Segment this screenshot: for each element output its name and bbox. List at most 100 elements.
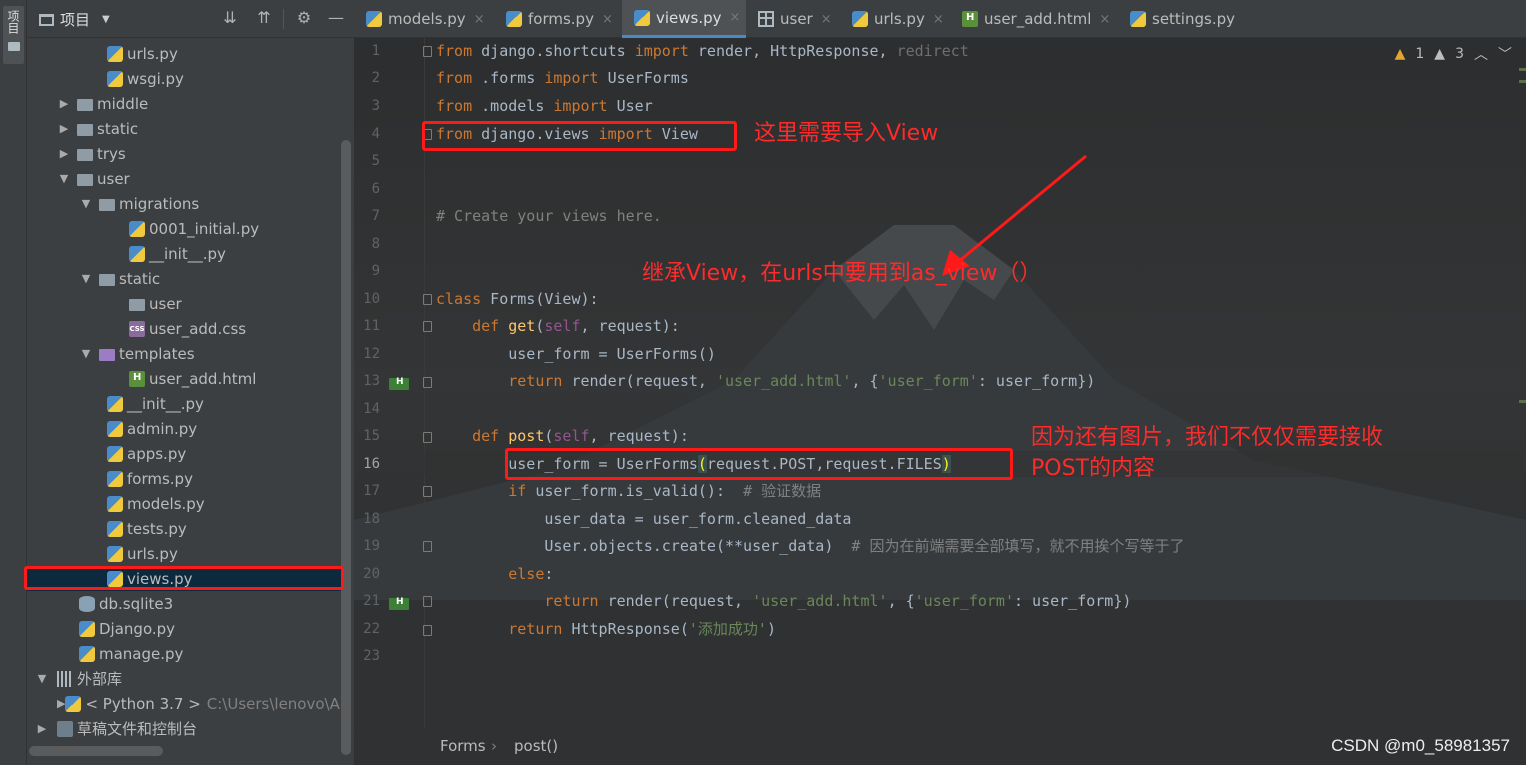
- folder-icon: [77, 173, 93, 186]
- code-line: else:: [436, 565, 554, 583]
- html-file-icon: [129, 370, 145, 387]
- close-icon[interactable]: ×: [933, 12, 944, 27]
- close-icon[interactable]: ×: [821, 12, 832, 27]
- fold-icon[interactable]: [423, 321, 432, 332]
- tree-item[interactable]: Django.py: [27, 616, 345, 641]
- console-icon: [57, 720, 73, 737]
- chevron-right-icon[interactable]: ▶: [57, 97, 71, 110]
- html-navigation-icon[interactable]: [389, 377, 409, 390]
- chevron-right-icon[interactable]: ▶: [57, 147, 71, 160]
- html-navigation-icon[interactable]: [389, 597, 409, 610]
- inspection-widget[interactable]: ▲ 1 ▲ 3 ︿ ﹀: [1395, 44, 1512, 64]
- project-title: 项目: [60, 11, 91, 29]
- tab-user[interactable]: user ×: [746, 0, 846, 38]
- close-icon[interactable]: ×: [602, 12, 613, 27]
- breadcrumb-separator: ›: [491, 737, 497, 755]
- tree-item[interactable]: user_add.css: [27, 316, 345, 341]
- next-highlight-icon[interactable]: ﹀: [1498, 44, 1512, 64]
- collapse-all-icon[interactable]: ⇈: [253, 7, 275, 29]
- tree-item[interactable]: apps.py: [27, 441, 345, 466]
- tree-item[interactable]: user: [27, 291, 345, 316]
- tree-item[interactable]: forms.py: [27, 466, 345, 491]
- line-number: 7: [371, 208, 380, 224]
- fold-icon[interactable]: [423, 432, 432, 443]
- tree-item[interactable]: wsgi.py: [27, 66, 345, 91]
- close-icon[interactable]: ×: [474, 12, 485, 27]
- tab-views-py[interactable]: views.py ×: [622, 0, 746, 38]
- chevron-down-icon[interactable]: ▼: [79, 272, 93, 285]
- tree-item[interactable]: ▶ static: [27, 116, 345, 141]
- chevron-right-icon[interactable]: ▶: [57, 697, 65, 710]
- tree-item[interactable]: ▼ user: [27, 166, 345, 191]
- fold-icon[interactable]: [423, 377, 432, 388]
- chevron-down-icon[interactable]: ▼: [35, 672, 49, 685]
- tree-item[interactable]: ▶ < Python 3.7 > C:\Users\lenovo\Ap: [27, 691, 349, 716]
- tree-item[interactable]: ▼ static: [27, 266, 345, 291]
- folder-icon: [77, 123, 93, 136]
- hide-panel-icon[interactable]: —: [325, 7, 347, 29]
- breadcrumb-method[interactable]: post(): [514, 737, 558, 755]
- tree-item[interactable]: user_add.html: [27, 366, 345, 391]
- chevron-down-icon[interactable]: ▼: [79, 347, 93, 360]
- vertical-scrollbar[interactable]: [341, 140, 351, 755]
- horizontal-scrollbar[interactable]: [29, 746, 163, 756]
- error-stripe[interactable]: [1516, 60, 1526, 660]
- fold-icon[interactable]: [423, 625, 432, 636]
- chevron-right-icon[interactable]: ▶: [35, 722, 49, 735]
- fold-icon[interactable]: [423, 596, 432, 607]
- fold-icon[interactable]: [423, 129, 432, 140]
- tree-item[interactable]: urls.py: [27, 541, 345, 566]
- python-file-icon: [79, 620, 95, 637]
- stripe-mark[interactable]: [1519, 400, 1526, 403]
- expand-all-icon[interactable]: ⇊: [219, 7, 241, 29]
- breadcrumb-class[interactable]: Forms: [440, 737, 486, 755]
- tab-urls-py[interactable]: urls.py ×: [840, 0, 950, 38]
- project-toolbar: 项目 ▼ ⇊ ⇈ ⚙ —: [27, 0, 354, 38]
- line-number: 21: [363, 593, 380, 609]
- chevron-down-icon[interactable]: ▼: [79, 197, 93, 210]
- tree-item[interactable]: ▶ middle: [27, 91, 345, 116]
- tree-item-selected[interactable]: views.py: [27, 566, 345, 591]
- tree-item[interactable]: __init__.py: [27, 241, 345, 266]
- tab-settings-py[interactable]: settings.py: [1118, 0, 1258, 38]
- tree-item[interactable]: ▼ migrations: [27, 191, 345, 216]
- close-icon[interactable]: ×: [1099, 12, 1110, 27]
- chevron-down-icon[interactable]: ▼: [57, 172, 71, 185]
- tab-forms-py[interactable]: forms.py ×: [494, 0, 620, 38]
- tree-item[interactable]: ▶ 草稿文件和控制台: [27, 716, 345, 741]
- fold-icon[interactable]: [423, 486, 432, 497]
- tree-item[interactable]: 0001_initial.py: [27, 216, 345, 241]
- window-icon: [39, 13, 54, 26]
- tree-item[interactable]: urls.py: [27, 41, 345, 66]
- line-number: 15: [363, 428, 380, 444]
- previous-highlight-icon[interactable]: ︿: [1474, 44, 1488, 64]
- fold-icon[interactable]: [423, 541, 432, 552]
- tree-item[interactable]: ▼ 外部库: [27, 666, 345, 691]
- tree-item[interactable]: __init__.py: [27, 391, 345, 416]
- python-file-icon: [107, 70, 123, 87]
- tree-item[interactable]: ▼ templates: [27, 341, 345, 366]
- line-number: 10: [363, 291, 380, 307]
- close-icon[interactable]: ×: [730, 10, 741, 25]
- project-tool-window-tab[interactable]: 项目: [3, 6, 24, 64]
- code-area[interactable]: from django.shortcuts import render, Htt…: [424, 38, 1524, 728]
- stripe-mark[interactable]: [1519, 68, 1526, 71]
- python-file-icon: [107, 495, 123, 512]
- tree-item[interactable]: db.sqlite3: [27, 591, 345, 616]
- fold-icon[interactable]: [423, 46, 432, 57]
- stripe-mark[interactable]: [1519, 80, 1526, 83]
- fold-icon[interactable]: [423, 294, 432, 305]
- tree-item[interactable]: tests.py: [27, 516, 345, 541]
- python-file-icon: [366, 11, 382, 27]
- gear-icon[interactable]: ⚙: [293, 7, 315, 29]
- project-view-selector[interactable]: 项目 ▼: [39, 9, 110, 30]
- tree-item[interactable]: manage.py: [27, 641, 345, 666]
- annotation-inherit-note: 继承View，在urls中要用到as_view（）: [642, 261, 1042, 286]
- tab-models-py[interactable]: models.py ×: [354, 0, 490, 38]
- chevron-right-icon[interactable]: ▶: [57, 122, 71, 135]
- tree-item[interactable]: admin.py: [27, 416, 345, 441]
- tree-item[interactable]: ▶ trys: [27, 141, 345, 166]
- tree-item[interactable]: models.py: [27, 491, 345, 516]
- tab-user-add-html[interactable]: user_add.html×: [950, 0, 1122, 38]
- project-tree: urls.py wsgi.py ▶ middle ▶ static ▶ trys ▼ u…: [27, 38, 354, 748]
